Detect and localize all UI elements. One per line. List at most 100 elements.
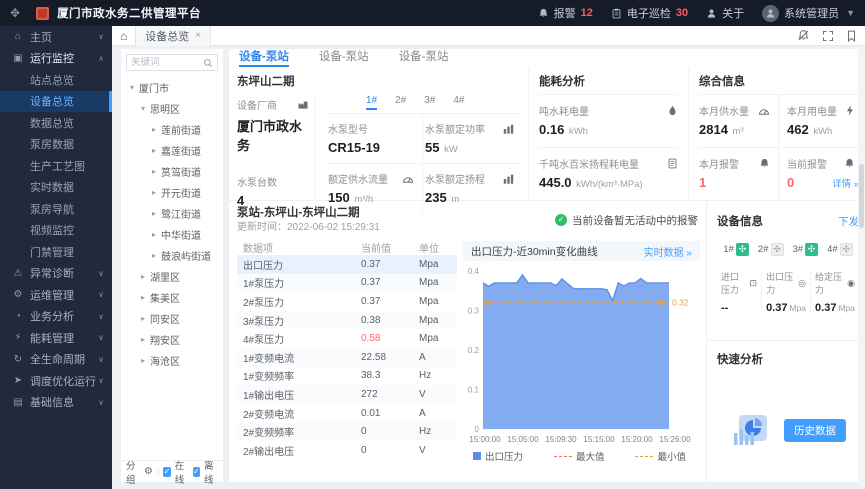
sidebar-subitem-数据总览[interactable]: 数据总览 (0, 112, 112, 134)
close-tab-icon[interactable]: × (195, 30, 201, 41)
tree-collapse-icon[interactable]: ▾ (138, 104, 148, 113)
tab-device-pump-station-1[interactable]: 设备-泵站 (239, 49, 289, 67)
tree-collapse-icon[interactable]: ▾ (127, 83, 137, 92)
tree-item-湖里区[interactable]: ▸湖里区 (121, 266, 223, 287)
chart-title: 出口压力-近30min变化曲线 (471, 244, 598, 259)
inspection-menu[interactable]: 电子巡检 30 (611, 5, 688, 21)
online-checkbox[interactable]: ✓ (163, 467, 170, 477)
spec-label: 水泵额定扬程 (425, 171, 485, 186)
tree-item-同安区[interactable]: ▸同安区 (121, 308, 223, 329)
tree-expand-icon[interactable]: ▸ (149, 125, 159, 134)
tab-device-pump-station-2[interactable]: 设备-泵站 (319, 49, 369, 67)
sidebar-subitem-门禁管理[interactable]: 门禁管理 (0, 241, 112, 263)
tree-search-input[interactable] (131, 57, 201, 68)
table-row[interactable]: 2#变频频率0Hz (237, 422, 457, 441)
tree-item-翔安区[interactable]: ▸翔安区 (121, 329, 223, 350)
tree-item-嘉莲街道[interactable]: ▸嘉莲街道 (121, 140, 223, 161)
sidebar-subitem-泵房数据[interactable]: 泵房数据 (0, 134, 112, 156)
fullscreen-icon[interactable] (822, 30, 834, 42)
tree-item-中华街道[interactable]: ▸中华街道 (121, 224, 223, 245)
tree-item-莲前街道[interactable]: ▸莲前街道 (121, 119, 223, 140)
sidebar-item-业务分析[interactable]: ◔业务分析∨ (0, 306, 112, 328)
send-command-link[interactable]: 下发 (838, 214, 859, 229)
pump-status-3#[interactable]: 3#✣ (793, 243, 819, 256)
pump-status-1#[interactable]: 1#✣ (723, 243, 749, 256)
search-icon[interactable] (203, 58, 213, 68)
device-stat-出口压力: 出口压力◎0.37Mpa (761, 270, 810, 314)
user-menu[interactable]: 系统管理员 ▼ (762, 5, 855, 22)
tree-expand-icon[interactable]: ▸ (149, 209, 159, 218)
sidebar-item-基础信息[interactable]: ▤基础信息∨ (0, 392, 112, 414)
tree-expand-icon[interactable]: ▸ (138, 293, 148, 302)
tree-item-筼筜街道[interactable]: ▸筼筜街道 (121, 161, 223, 182)
table-row[interactable]: 4#泵压力0.58Mpa (237, 329, 457, 348)
scrollbar-thumb[interactable] (859, 164, 864, 228)
pump-tab-1#[interactable]: 1# (366, 95, 377, 110)
pump-status-4#[interactable]: 4#✣ (827, 243, 853, 256)
alarm-menu[interactable]: 报警 12 (538, 5, 593, 21)
layout-toggle-icon[interactable]: ✥ (10, 6, 20, 20)
pump-tab-2#[interactable]: 2# (395, 95, 406, 110)
tree-item-思明区[interactable]: ▾思明区 (121, 98, 223, 119)
vertical-scrollbar[interactable] (858, 46, 865, 489)
tree-item-厦门市[interactable]: ▾厦门市 (121, 77, 223, 98)
tree-item-海沧区[interactable]: ▸海沧区 (121, 350, 223, 371)
pump-tab-4#[interactable]: 4# (453, 95, 464, 110)
sidebar-item-home[interactable]: ⌂ 主页 ∨ (0, 26, 112, 48)
tree-expand-icon[interactable]: ▸ (138, 272, 148, 281)
history-data-button[interactable]: 历史数据 (784, 419, 846, 442)
mute-notifications-icon[interactable] (797, 29, 810, 42)
sidebar-item-全生命周期[interactable]: ↻全生命周期∨ (0, 349, 112, 371)
svg-text:0: 0 (475, 425, 480, 434)
legend-item-出口压力[interactable]: 出口压力 (473, 449, 523, 463)
about-menu[interactable]: 关于 (706, 5, 744, 21)
sidebar-subitem-视频监控[interactable]: 视频监控 (0, 220, 112, 242)
sidebar-item-异常诊断[interactable]: ⚠异常诊断∨ (0, 263, 112, 285)
tree-expand-icon[interactable]: ▸ (149, 188, 159, 197)
group-settings-icon[interactable]: ⚙ (144, 466, 153, 477)
table-row[interactable]: 1#泵压力0.37Mpa (237, 274, 457, 293)
alarm-detail-link[interactable]: 详情 » (832, 176, 859, 190)
sidebar-item-运维管理[interactable]: ⚙运维管理∨ (0, 284, 112, 306)
tree-expand-icon[interactable]: ▸ (138, 356, 148, 365)
tree-item-开元街道[interactable]: ▸开元街道 (121, 182, 223, 203)
tab-device-pump-station-3[interactable]: 设备-泵站 (399, 49, 449, 67)
home-tab-icon[interactable]: ⌂ (120, 29, 127, 43)
tree-item-鼓浪屿街道[interactable]: ▸鼓浪屿街道 (121, 245, 223, 266)
table-row[interactable]: 2#变频电流0.01A (237, 404, 457, 423)
tree-expand-icon[interactable]: ▸ (149, 230, 159, 239)
tree-item-集美区[interactable]: ▸集美区 (121, 287, 223, 308)
tree-expand-icon[interactable]: ▸ (149, 251, 159, 260)
tree-item-鹭江街道[interactable]: ▸鹭江街道 (121, 203, 223, 224)
sidebar-item-调度优化运行[interactable]: ➤调度优化运行∨ (0, 370, 112, 392)
sidebar-subitem-泵房导航[interactable]: 泵房导航 (0, 198, 112, 220)
sidebar-subitem-站点总览[interactable]: 站点总览 (0, 69, 112, 91)
offline-checkbox[interactable]: ✓ (193, 467, 200, 477)
tree-expand-icon[interactable]: ▸ (149, 146, 159, 155)
bookmark-icon[interactable] (846, 30, 857, 42)
sidebar-subitem-生产工艺图[interactable]: 生产工艺图 (0, 155, 112, 177)
pump-status-2#[interactable]: 2#✣ (758, 243, 784, 256)
table-row[interactable]: 1#输出电压272V (237, 385, 457, 404)
sidebar-item-running-monitor[interactable]: ▣ 运行监控 ∧ (0, 48, 112, 70)
table-row[interactable]: 2#泵压力0.37Mpa (237, 292, 457, 311)
table-row[interactable]: 1#变频频率38.3Hz (237, 367, 457, 386)
pump-tab-3#[interactable]: 3# (424, 95, 435, 110)
sidebar-item-能耗管理[interactable]: ⚡能耗管理∨ (0, 327, 112, 349)
legend-item-最小值[interactable]: 最小值 (635, 449, 686, 463)
table-row[interactable]: 2#输出电压0V (237, 441, 457, 460)
open-page-tab[interactable]: 设备总览 × (135, 26, 211, 46)
table-row[interactable]: 3#泵压力0.38Mpa (237, 311, 457, 330)
legend-item-最大值[interactable]: 最大值 (554, 449, 605, 463)
tree-expand-icon[interactable]: ▸ (138, 335, 148, 344)
table-row[interactable]: 1#变频电流22.58A (237, 348, 457, 367)
tree-expand-icon[interactable]: ▸ (138, 314, 148, 323)
sidebar-subitem-实时数据[interactable]: 实时数据 (0, 177, 112, 199)
cell-name: 1#变频电流 (243, 350, 361, 365)
fan-icon: ✣ (771, 243, 784, 256)
realtime-data-link[interactable]: 实时数据 » (644, 244, 692, 259)
tree-expand-icon[interactable]: ▸ (149, 167, 159, 176)
sidebar-subitem-设备总览[interactable]: 设备总览 (0, 91, 112, 113)
table-row[interactable]: 出口压力0.37Mpa (237, 255, 457, 274)
legend-dash-marker (635, 456, 653, 457)
